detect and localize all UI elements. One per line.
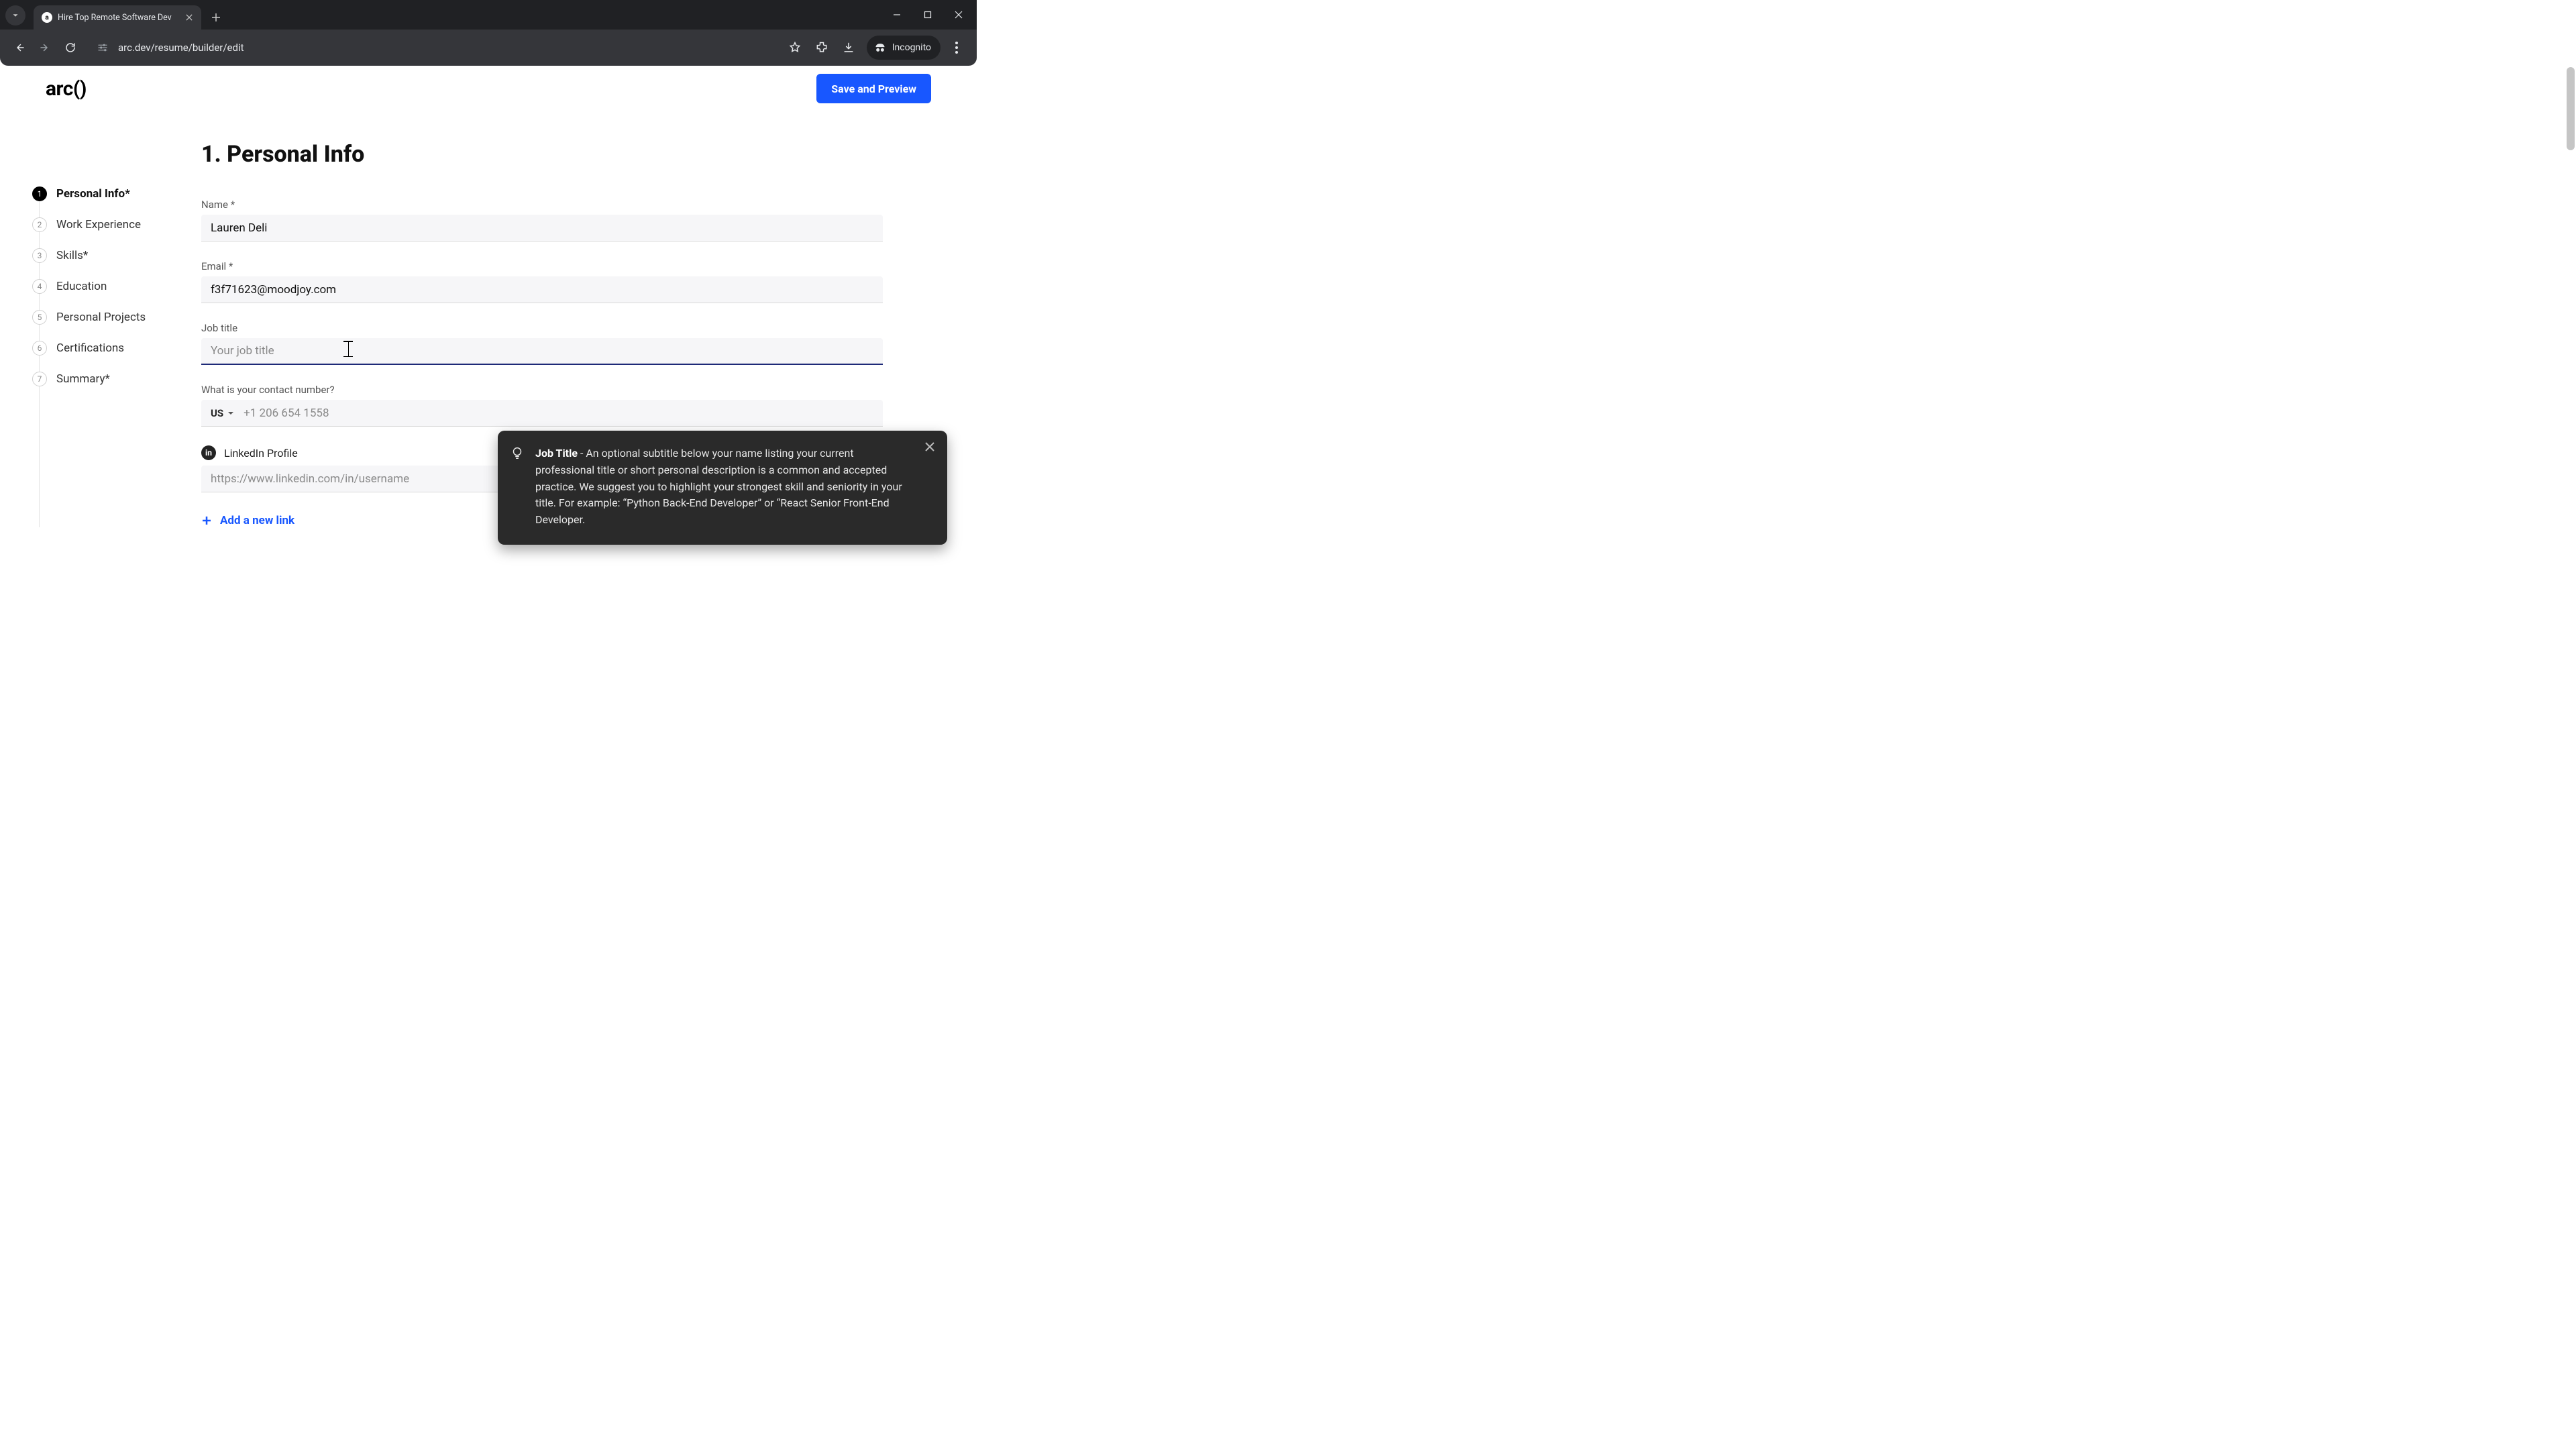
phone-label: What is your contact number? (201, 384, 883, 396)
site-info-button[interactable] (93, 38, 113, 58)
step-skills[interactable]: 3 Skills* (32, 248, 201, 263)
maximize-icon (924, 11, 932, 19)
window-minimize-button[interactable] (881, 0, 912, 30)
tune-icon (97, 42, 109, 54)
step-number: 5 (32, 310, 47, 325)
job-title-label: Job title (201, 322, 883, 334)
field-email: Email * (201, 260, 883, 303)
step-number: 7 (32, 372, 47, 386)
step-personal-projects[interactable]: 5 Personal Projects (32, 310, 201, 325)
name-input[interactable] (201, 215, 883, 241)
step-label: Personal Info* (56, 187, 130, 201)
address-bar[interactable]: arc.dev/resume/builder/edit (118, 42, 769, 54)
extensions-button[interactable] (809, 35, 835, 60)
step-label: Skills* (56, 249, 88, 262)
tab-close-button[interactable] (184, 12, 195, 23)
step-label: Personal Projects (56, 311, 146, 324)
step-sidebar: 1 Personal Info* 2 Work Experience 3 Ski… (0, 141, 201, 547)
save-preview-button[interactable]: Save and Preview (816, 74, 931, 103)
nav-forward-button[interactable] (34, 36, 56, 59)
close-icon (925, 442, 934, 451)
new-tab-button[interactable] (207, 8, 225, 27)
job-title-input[interactable] (201, 338, 883, 365)
chevron-down-icon (11, 11, 20, 20)
incognito-icon (873, 41, 887, 54)
step-personal-info[interactable]: 1 Personal Info* (32, 186, 201, 201)
name-label: Name * (201, 199, 883, 211)
chevron-down-icon (227, 410, 234, 417)
nav-back-button[interactable] (8, 36, 31, 59)
browser-toolbar: arc.dev/resume/builder/edit Incognito (0, 30, 977, 66)
email-input[interactable] (201, 276, 883, 303)
section-title: 1. Personal Info (201, 141, 883, 168)
step-certifications[interactable]: 6 Certifications (32, 341, 201, 356)
step-number: 2 (32, 217, 47, 232)
step-education[interactable]: 4 Education (32, 279, 201, 294)
field-job-title: Job title (201, 322, 883, 365)
tooltip-title: Job Title (535, 447, 578, 460)
minimize-icon (893, 11, 901, 19)
country-code-value: US (211, 407, 223, 419)
tooltip-body: - An optional subtitle below your name l… (535, 447, 902, 526)
tooltip-close-button[interactable] (923, 440, 936, 453)
country-code-select[interactable]: US (201, 407, 241, 419)
nav-reload-button[interactable] (59, 36, 82, 59)
step-number: 3 (32, 248, 47, 263)
window-close-button[interactable] (943, 0, 974, 30)
step-number: 6 (32, 341, 47, 356)
phone-input[interactable] (241, 400, 883, 426)
linkedin-icon: in (201, 445, 216, 460)
step-summary[interactable]: 7 Summary* (32, 372, 201, 386)
plus-icon (201, 515, 212, 526)
step-label: Summary* (56, 372, 110, 386)
incognito-label: Incognito (892, 42, 931, 53)
arrow-left-icon (13, 42, 25, 54)
step-work-experience[interactable]: 2 Work Experience (32, 217, 201, 232)
chrome-menu-button[interactable] (945, 36, 969, 60)
page-header: arc() Save and Preview (0, 66, 977, 111)
star-icon (788, 41, 802, 54)
step-label: Certifications (56, 341, 124, 355)
download-icon (842, 41, 855, 54)
step-label: Work Experience (56, 218, 141, 231)
arc-logo[interactable]: arc() (46, 77, 87, 101)
add-link-label: Add a new link (220, 514, 294, 527)
tab-search-button[interactable] (5, 5, 25, 25)
step-number: 4 (32, 279, 47, 294)
lightbulb-icon (510, 445, 525, 460)
tab-title: Hire Top Remote Software Dev (58, 13, 178, 23)
linkedin-label: LinkedIn Profile (224, 447, 298, 460)
incognito-indicator[interactable]: Incognito (867, 36, 941, 60)
email-label: Email * (201, 260, 883, 272)
close-icon (186, 14, 193, 21)
window-maximize-button[interactable] (912, 0, 943, 30)
downloads-button[interactable] (836, 35, 861, 60)
plus-icon (211, 13, 221, 22)
kebab-icon (955, 42, 958, 54)
arrow-right-icon (39, 42, 51, 54)
vertical-scrollbar[interactable] (2567, 67, 2575, 150)
reload-icon (64, 42, 76, 54)
add-link-button[interactable]: Add a new link (201, 511, 294, 530)
puzzle-icon (815, 41, 828, 54)
tab-favicon-icon: a (42, 12, 52, 23)
field-name: Name * (201, 199, 883, 241)
bookmark-button[interactable] (782, 35, 808, 60)
browser-tab-strip: a Hire Top Remote Software Dev (0, 0, 977, 30)
field-phone: What is your contact number? US (201, 384, 883, 427)
step-label: Education (56, 280, 107, 293)
step-number: 1 (32, 186, 47, 201)
close-icon (955, 11, 963, 19)
job-title-tooltip: Job Title - An optional subtitle below y… (498, 431, 947, 545)
linkedin-input[interactable] (201, 466, 523, 492)
browser-tab[interactable]: a Hire Top Remote Software Dev (34, 5, 201, 30)
